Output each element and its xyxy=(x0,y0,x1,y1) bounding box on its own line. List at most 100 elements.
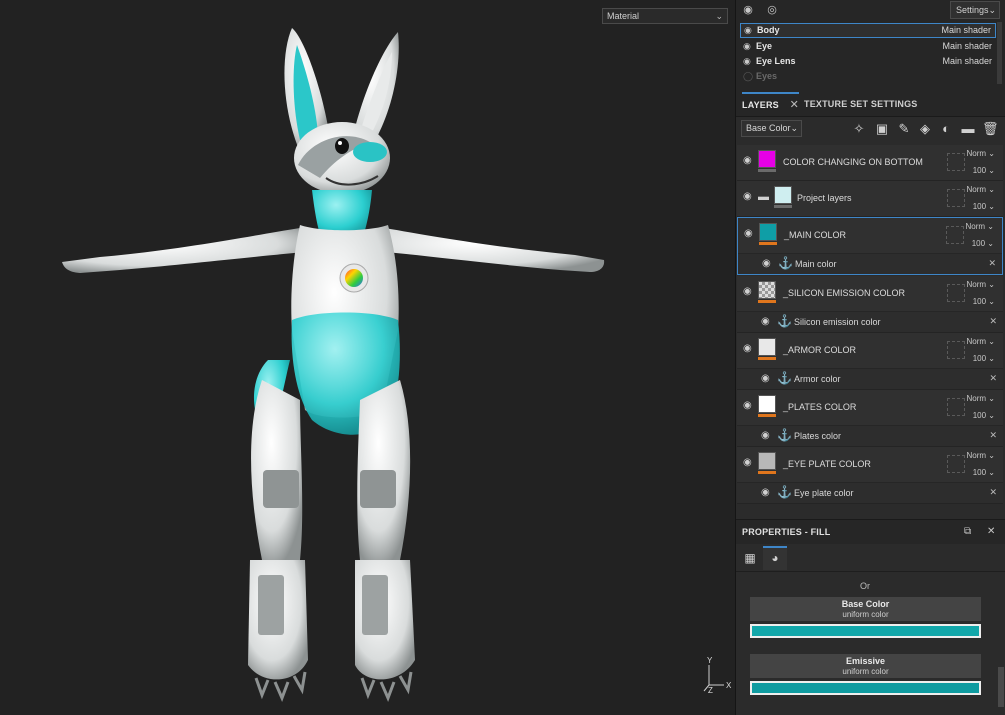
texture-set-row[interactable]: ◉ Eye Main shader xyxy=(740,39,996,54)
layer-opacity[interactable]: 100 ⌄ xyxy=(973,202,995,211)
shader-name[interactable]: Main shader xyxy=(941,24,991,37)
material-icon[interactable]: ◕ xyxy=(763,546,787,570)
properties-tabs: ▦ ◕ xyxy=(736,544,1005,572)
channel-type: uniform color xyxy=(842,610,889,619)
viewport-mode-select[interactable]: Material ⌄ xyxy=(602,8,728,24)
eye-icon[interactable]: ◎ xyxy=(765,3,779,17)
close-icon[interactable]: ✕ xyxy=(989,373,997,384)
tab-layers-label: LAYERS xyxy=(742,100,779,110)
visibility-settings-icon[interactable]: ◉ xyxy=(741,3,755,17)
palette-icon[interactable]: ◐ xyxy=(938,121,954,137)
layer-row[interactable]: ◉ _EYE PLATE COLOR Norm ⌄ 100 ⌄ ◉ ⚓ Eye … xyxy=(737,447,1003,504)
channel-header[interactable]: Emissive uniform color xyxy=(750,654,981,678)
layer-row[interactable]: ◉ _PLATES COLOR Norm ⌄ 100 ⌄ ◉ ⚓ Plates … xyxy=(737,390,1003,447)
eye-icon[interactable]: ◉ xyxy=(762,258,771,269)
eye-icon[interactable]: ◉ xyxy=(761,373,770,384)
mask-slot[interactable] xyxy=(947,455,965,473)
axis-z-label: Z xyxy=(708,686,713,695)
eye-icon[interactable]: ◉ xyxy=(743,54,751,69)
eye-icon[interactable]: ◉ xyxy=(743,39,751,54)
eye-icon[interactable]: ◉ xyxy=(761,316,770,327)
layer-row[interactable]: ◉ _SILICON EMISSION COLOR Norm ⌄ 100 ⌄ ◉… xyxy=(737,276,1003,333)
mask-slot[interactable] xyxy=(946,226,964,244)
mask-slot[interactable] xyxy=(947,341,965,359)
layer-effect-row[interactable]: ◉ ⚓ Main color ✕ xyxy=(738,253,1002,274)
layer-effect-row[interactable]: ◉ ⚓ Plates color ✕ xyxy=(737,425,1003,446)
mask-slot[interactable] xyxy=(947,284,965,302)
layer-name: _MAIN COLOR xyxy=(784,230,847,240)
close-icon[interactable]: ✕ xyxy=(790,99,799,111)
blend-mode[interactable]: Norm ⌄ xyxy=(967,337,996,346)
layer-opacity[interactable]: 100 ⌄ xyxy=(973,166,995,175)
layer-opacity[interactable]: 100 ⌄ xyxy=(972,239,994,248)
close-icon[interactable]: ✕ xyxy=(989,316,997,327)
layer-effect-row[interactable]: ◉ ⚓ Silicon emission color ✕ xyxy=(737,311,1003,332)
anchor-icon: ⚓ xyxy=(777,371,792,385)
eye-icon[interactable]: ◉ xyxy=(744,24,752,37)
undock-icon[interactable]: ⧉ xyxy=(964,526,971,537)
close-icon[interactable]: ✕ xyxy=(989,487,997,498)
tab-layers[interactable]: LAYERS ✕ xyxy=(742,92,800,117)
3d-viewport[interactable]: Material ⌄ Y X Z xyxy=(0,0,735,715)
close-icon[interactable]: ✕ xyxy=(987,526,995,537)
channel-base-color[interactable]: Base Color uniform color xyxy=(750,597,981,638)
layer-effect-row[interactable]: ◉ ⚓ Eye plate color ✕ xyxy=(737,482,1003,503)
blend-mode[interactable]: Norm ⌄ xyxy=(967,185,996,194)
brush-icon[interactable]: ✎ xyxy=(896,121,912,137)
eye-icon[interactable]: ◉ xyxy=(743,155,752,166)
folder-icon[interactable]: ▬ xyxy=(960,121,976,137)
trash-icon[interactable]: 🗑 xyxy=(982,121,999,137)
color-swatch[interactable] xyxy=(750,624,981,638)
blend-mode[interactable]: Norm ⌄ xyxy=(967,149,996,158)
fill-settings-icon[interactable]: ▦ xyxy=(738,546,762,570)
folder-icon[interactable]: ▬ xyxy=(758,191,769,203)
eye-icon[interactable]: ◉ xyxy=(743,191,752,202)
layer-name: _ARMOR COLOR xyxy=(783,345,857,355)
close-icon[interactable]: ✕ xyxy=(989,430,997,441)
blend-mode[interactable]: Norm ⌄ xyxy=(967,280,996,289)
shader-name[interactable]: Main shader xyxy=(942,54,992,69)
channel-header[interactable]: Base Color uniform color xyxy=(750,597,981,621)
eye-icon[interactable]: ◉ xyxy=(743,286,752,297)
eye-icon[interactable]: ◉ xyxy=(761,487,770,498)
layer-row[interactable]: ◉ _MAIN COLOR Norm ⌄ 100 ⌄ ◉ ⚓ Main colo… xyxy=(737,217,1003,275)
blend-mode[interactable]: Norm ⌄ xyxy=(966,222,995,231)
color-swatch[interactable] xyxy=(750,681,981,695)
scrollbar[interactable] xyxy=(997,22,1002,84)
layer-effect-row[interactable]: ◉ ⚓ Armor color ✕ xyxy=(737,368,1003,389)
tab-texture-set-settings[interactable]: TEXTURE SET SETTINGS xyxy=(804,92,918,117)
channel-select[interactable]: Base Color ⌄ xyxy=(741,120,802,137)
layer-opacity[interactable]: 100 ⌄ xyxy=(973,411,995,420)
mask-slot[interactable] xyxy=(947,189,965,207)
layer-thumbnail-bar xyxy=(774,205,792,208)
layer-row[interactable]: ◉ COLOR CHANGING ON BOTTOM Norm ⌄ 100 ⌄ xyxy=(737,145,1003,181)
blend-mode[interactable]: Norm ⌄ xyxy=(967,394,996,403)
scrollbar[interactable] xyxy=(998,667,1004,707)
eye-icon[interactable]: ◉ xyxy=(743,457,752,468)
magic-wand-icon[interactable]: ✧ xyxy=(851,121,867,137)
shader-name[interactable]: Main shader xyxy=(942,39,992,54)
blend-mode[interactable]: Norm ⌄ xyxy=(967,451,996,460)
texture-set-row[interactable]: ◯ Eyes xyxy=(740,69,996,84)
layer-opacity[interactable]: 100 ⌄ xyxy=(973,468,995,477)
layer-row[interactable]: ◉ ▬ Project layers Norm ⌄ 100 ⌄ xyxy=(737,181,1003,217)
layer-row[interactable]: ◉ _ARMOR COLOR Norm ⌄ 100 ⌄ ◉ ⚓ Armor co… xyxy=(737,333,1003,390)
texture-set-row[interactable]: ◉ Eye Lens Main shader xyxy=(740,54,996,69)
eye-icon[interactable]: ◉ xyxy=(761,430,770,441)
channel-emissive[interactable]: Emissive uniform color xyxy=(750,654,981,695)
fill-icon[interactable]: ◈ xyxy=(917,121,933,137)
layer-opacity[interactable]: 100 ⌄ xyxy=(973,297,995,306)
eye-icon[interactable]: ◉ xyxy=(744,228,753,239)
eye-closed-icon[interactable]: ◯ xyxy=(743,69,753,84)
layer-opacity[interactable]: 100 ⌄ xyxy=(973,354,995,363)
mask-icon[interactable]: ▣ xyxy=(874,121,890,137)
character-model[interactable] xyxy=(0,0,735,715)
eye-icon[interactable]: ◉ xyxy=(743,400,752,411)
texture-set-row[interactable]: ◉ Body Main shader xyxy=(740,23,996,38)
settings-dropdown[interactable]: Settings ⌄ xyxy=(950,1,1000,19)
layer-stack: ◉ COLOR CHANGING ON BOTTOM Norm ⌄ 100 ⌄ … xyxy=(736,145,1005,515)
mask-slot[interactable] xyxy=(947,398,965,416)
close-icon[interactable]: ✕ xyxy=(988,258,996,269)
eye-icon[interactable]: ◉ xyxy=(743,343,752,354)
mask-slot[interactable] xyxy=(947,153,965,171)
